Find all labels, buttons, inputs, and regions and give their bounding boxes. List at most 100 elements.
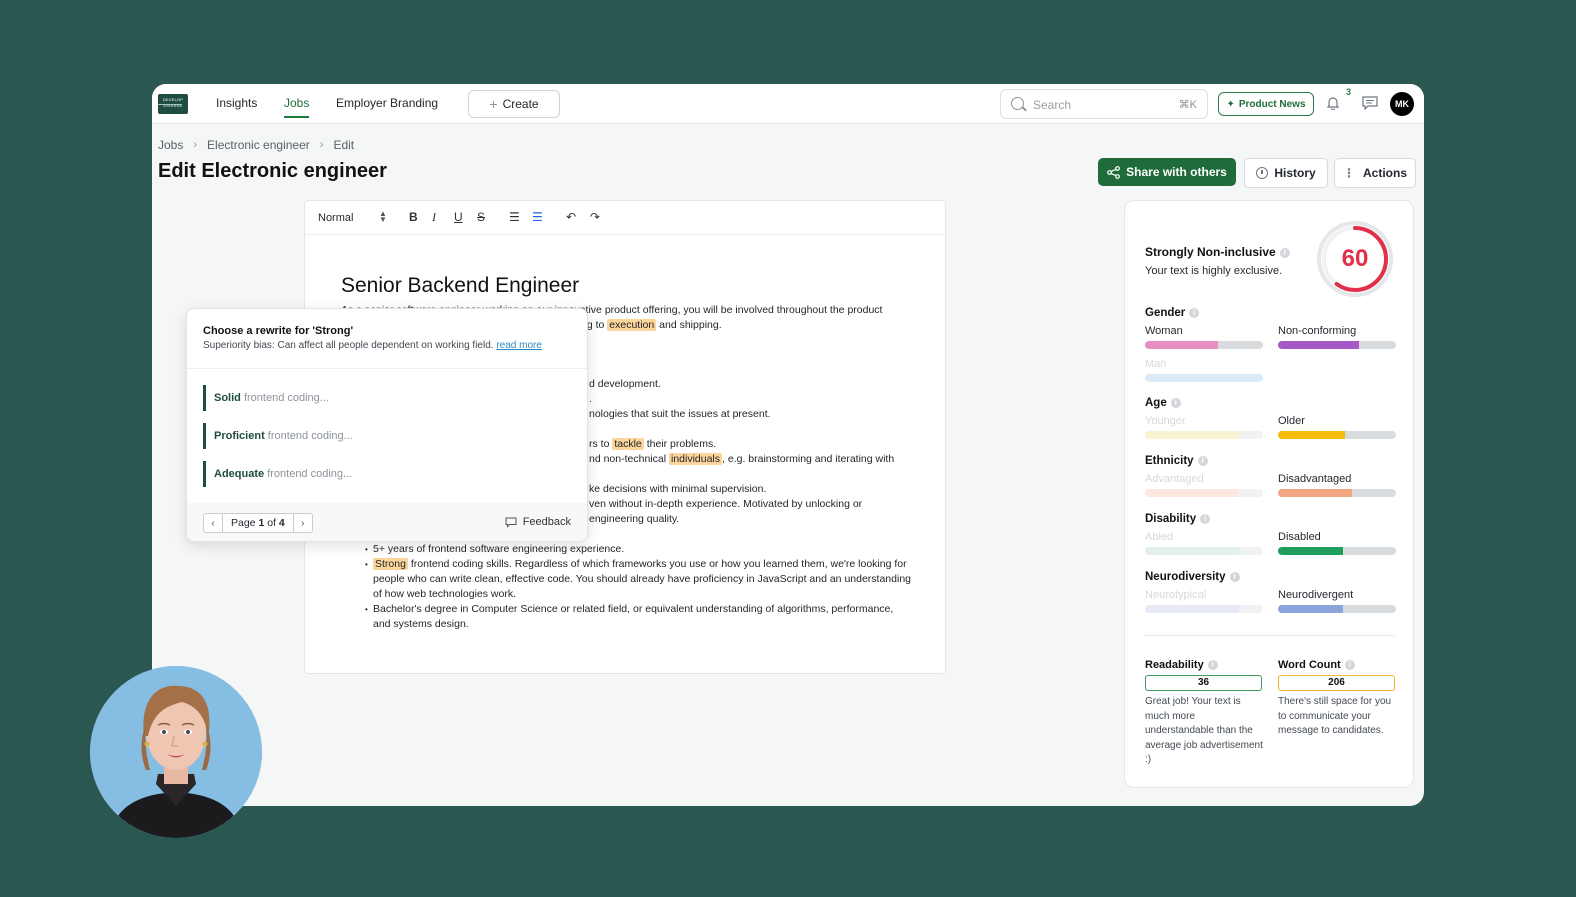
bar-label: Woman <box>1145 325 1183 337</box>
rewrite-option-adequate[interactable]: Adequate frontend coding... <box>203 461 352 487</box>
bar-label: Disadvantaged <box>1278 473 1352 485</box>
chat-icon[interactable] <box>1362 96 1378 110</box>
word-count-title: Word Count i <box>1278 659 1355 671</box>
actions-label: Actions <box>1362 166 1407 180</box>
info-icon[interactable]: i <box>1189 307 1200 318</box>
rewrite-option-solid[interactable]: Solid frontend coding... <box>203 385 329 411</box>
inclusion-rating: Strongly Non-inclusive i <box>1145 245 1290 259</box>
bar-label: Man <box>1145 358 1167 370</box>
format-select[interactable]: Normal <box>318 212 353 224</box>
person-illustration <box>90 666 262 838</box>
chevron-right-icon: › <box>193 139 198 151</box>
brand-logo[interactable]: DEVELOP DIVERSE <box>158 94 188 114</box>
popup-title: Choose a rewrite for 'Strong' <box>203 325 354 337</box>
nav-jobs[interactable]: Jobs <box>284 96 310 118</box>
plus-icon: + <box>489 96 498 112</box>
category-title: Age i <box>1145 397 1181 409</box>
score-bar <box>1145 547 1263 555</box>
bar-label: Advantaged <box>1145 473 1204 485</box>
nav-employer-branding[interactable]: Employer Branding <box>336 96 438 110</box>
history-label: History <box>1274 166 1316 180</box>
strikethrough-icon[interactable]: S <box>477 210 485 224</box>
highlight-strong[interactable]: Strong <box>373 558 408 570</box>
chevron-right-icon[interactable]: › <box>294 518 312 529</box>
rewrite-popup: Choose a rewrite for 'Strong' Superiorit… <box>186 308 588 542</box>
bold-icon[interactable]: B <box>409 210 418 224</box>
chevron-left-icon[interactable]: ‹ <box>204 518 222 529</box>
breadcrumb-job[interactable]: Electronic engineer <box>207 138 310 152</box>
share-button[interactable]: Share with others <box>1098 158 1236 186</box>
search-shortcut: ⌘K <box>1178 99 1197 111</box>
highlight-individuals[interactable]: individuals <box>668 453 723 465</box>
bar-label: Older <box>1278 415 1305 427</box>
breadcrumb-jobs[interactable]: Jobs <box>158 138 183 152</box>
nav-insights[interactable]: Insights <box>216 96 257 110</box>
list-item: 5+ years of frontend software engineerin… <box>341 542 911 557</box>
score-bar <box>1145 605 1263 613</box>
bullet-list-icon[interactable]: ☰ <box>532 210 543 224</box>
popup-header: Choose a rewrite for 'Strong' Superiorit… <box>187 309 587 369</box>
bar-label: Neurodivergent <box>1278 589 1354 601</box>
highlight-execution[interactable]: execution <box>607 319 657 331</box>
score-bar <box>1278 341 1396 349</box>
score-bar <box>1145 341 1263 349</box>
feedback-button[interactable]: Feedback <box>505 516 571 528</box>
redo-icon[interactable]: ↷ <box>590 210 600 224</box>
bar-label: Younger <box>1145 415 1186 427</box>
more-vertical-icon: ⋮ <box>1342 166 1355 180</box>
chevron-right-icon: › <box>319 139 324 151</box>
bell-icon[interactable] <box>1326 96 1340 110</box>
bar-fill <box>1145 547 1240 555</box>
rewrite-option-proficient[interactable]: Proficient frontend coding... <box>203 423 353 449</box>
document-title: Senior Backend Engineer <box>341 274 580 297</box>
feedback-icon <box>505 517 517 528</box>
score-bar <box>1278 547 1396 555</box>
category-title: Neurodiversity i <box>1145 571 1240 583</box>
history-button[interactable]: History <box>1244 158 1328 188</box>
actions-button[interactable]: ⋮ Actions <box>1334 158 1416 188</box>
underline-icon[interactable]: U <box>454 210 463 224</box>
ordered-list-icon[interactable]: ☰ <box>509 210 520 224</box>
info-icon[interactable]: i <box>1197 455 1208 466</box>
list-item: Strong frontend coding skills. Regardles… <box>341 557 911 602</box>
divider <box>1145 635 1395 636</box>
create-button[interactable]: + Create <box>468 90 560 118</box>
word-count-value: 206 <box>1278 675 1395 691</box>
info-icon[interactable]: i <box>1344 660 1355 671</box>
popup-footer: ‹ Page 1 of 4 › Feedback <box>187 503 587 541</box>
bar-label: Neurotypical <box>1145 589 1207 601</box>
inclusion-summary: Your text is highly exclusive. <box>1145 265 1283 277</box>
highlight-tackle[interactable]: tackle <box>612 438 644 450</box>
italic-icon[interactable]: I <box>432 210 436 225</box>
user-avatar[interactable]: MK <box>1390 92 1414 116</box>
read-more-link[interactable]: read more <box>496 340 542 351</box>
info-icon[interactable]: i <box>1207 660 1218 671</box>
popup-subtitle: Superiority bias: Can affect all people … <box>203 340 542 351</box>
search-input[interactable]: Search ⌘K <box>1000 89 1208 119</box>
bar-fill <box>1145 489 1240 497</box>
select-caret-icon: ▲ ▼ <box>379 209 387 224</box>
readability-description: Great job! Your text is much more unders… <box>1145 696 1263 765</box>
bar-fill <box>1145 374 1263 382</box>
page-title: Edit Electronic engineer <box>158 160 387 182</box>
score-bar <box>1278 431 1396 439</box>
page-indicator: Page 1 of 4 <box>222 514 294 532</box>
bar-label: Abled <box>1145 531 1174 543</box>
info-icon[interactable]: i <box>1170 397 1181 408</box>
bar-fill <box>1278 605 1343 613</box>
category-title: Ethnicity i <box>1145 455 1208 467</box>
score-bar <box>1145 489 1263 497</box>
info-icon[interactable]: i <box>1229 571 1240 582</box>
bar-fill <box>1145 341 1219 349</box>
breadcrumb: Jobs › Electronic engineer › Edit <box>158 138 354 152</box>
undo-icon[interactable]: ↶ <box>566 210 576 224</box>
product-news-button[interactable]: ✦ Product News <box>1218 92 1314 116</box>
breadcrumb-edit: Edit <box>333 138 355 152</box>
create-label: Create <box>502 97 539 111</box>
readability-score: 36 <box>1145 675 1262 691</box>
info-icon[interactable]: i <box>1200 513 1211 524</box>
search-icon <box>1011 97 1024 110</box>
info-icon[interactable]: i <box>1279 247 1290 258</box>
search-placeholder: Search <box>1033 98 1072 112</box>
bar-label: Disabled <box>1278 531 1321 543</box>
